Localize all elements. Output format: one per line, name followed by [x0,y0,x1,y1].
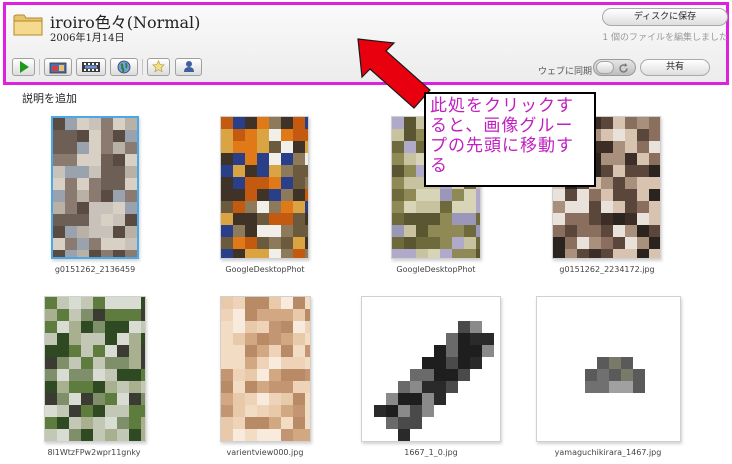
photo-pixels [537,297,680,441]
film-icon [82,62,100,72]
sync-toggle[interactable] [593,59,636,76]
import-button[interactable] [44,58,72,76]
annotation-text: 此処をクリックすると、画像グループの先頭に移動する [430,96,574,176]
people-button[interactable] [175,58,202,76]
refresh-icon [619,63,628,73]
sync-label: ウェブに同期 [538,67,593,77]
photo-pixels [45,297,145,441]
globe-icon [117,60,131,74]
photo-import-icon [49,62,67,74]
globe-button[interactable] [110,58,138,76]
toolbar-separator [142,59,143,75]
save-to-disk-button[interactable]: ディスクに保存 [602,8,728,26]
annotation-arrow [357,38,431,109]
toolbar-separator [39,59,40,75]
add-caption-link[interactable]: 説明を追加 [22,90,77,106]
photo-image[interactable] [220,296,311,442]
sync-toggle-knob [596,61,614,74]
folder-icon [13,14,43,36]
annotation-callout: 此処をクリックすると、画像グループの先頭に移動する [424,92,596,187]
photo-image[interactable] [361,296,501,442]
edit-status: 1 個のファイルを編集しました [602,33,728,43]
photo-pixels [362,297,500,441]
star-button[interactable] [147,58,170,76]
photo-filename: yamaguchikirara_1467.jpg [554,448,662,457]
photo-filename: varientview000.jpg [226,448,304,457]
photo-filename: g0151262_2234172.jpg [559,265,655,274]
photo-filename: 1667_1_0.jpg [404,448,458,457]
photo-filename: GoogleDesktopPhot [396,265,476,274]
photo-pixels [221,117,308,258]
photo-image[interactable] [536,296,681,442]
slideshow-button[interactable] [12,58,35,76]
photo-filename: GoogleDesktopPhot [225,265,305,274]
photo-image[interactable] [51,116,139,259]
photo-pixels [221,297,310,441]
photo-pixels [53,118,137,257]
album-date[interactable]: 2006年1月14日 [50,29,125,44]
photo-image[interactable] [44,296,146,442]
star-icon [152,60,165,73]
photo-filename: 8l1WtzFPw2wpr11gnky [47,448,141,457]
person-icon [183,61,194,72]
movie-button[interactable] [76,58,106,76]
play-icon [19,61,29,73]
photo-image[interactable] [220,116,309,259]
photo-filename: g0151262_2136459 [54,265,136,274]
share-button[interactable]: 共有 [640,59,710,76]
